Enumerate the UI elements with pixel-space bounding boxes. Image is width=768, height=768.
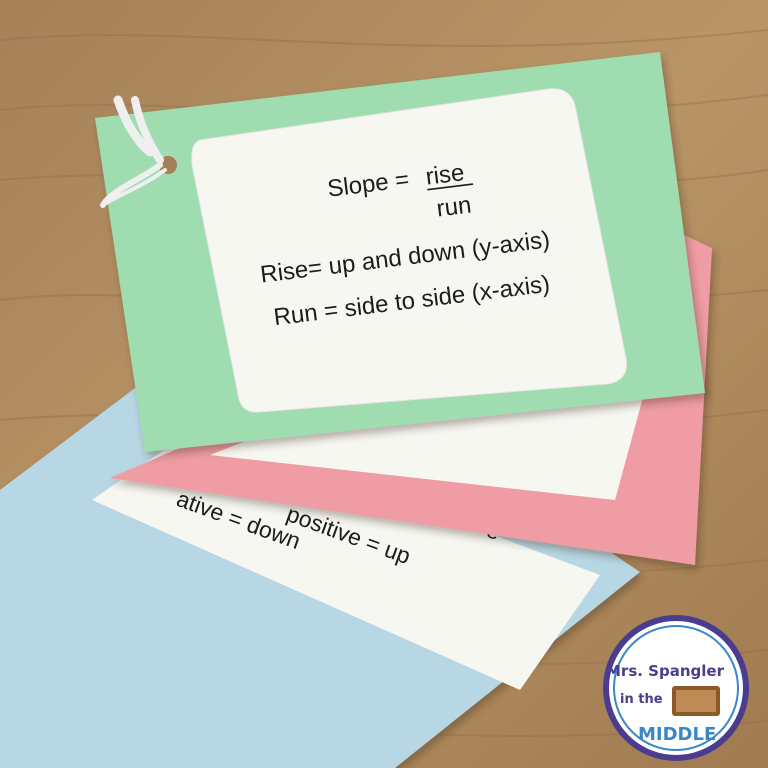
brand-logo: Mrs. Spangler in the MIDDLE [603, 615, 749, 761]
photo-scene: positive = up ative = down e intercept S… [0, 0, 768, 768]
logo-line-2: in the [620, 692, 663, 707]
photo-illustration: positive = up ative = down e intercept S… [0, 0, 768, 768]
logo-line-1: Mrs. Spangler [606, 662, 725, 680]
run-text: run [435, 192, 473, 223]
logo-line-3: MIDDLE [638, 724, 716, 745]
